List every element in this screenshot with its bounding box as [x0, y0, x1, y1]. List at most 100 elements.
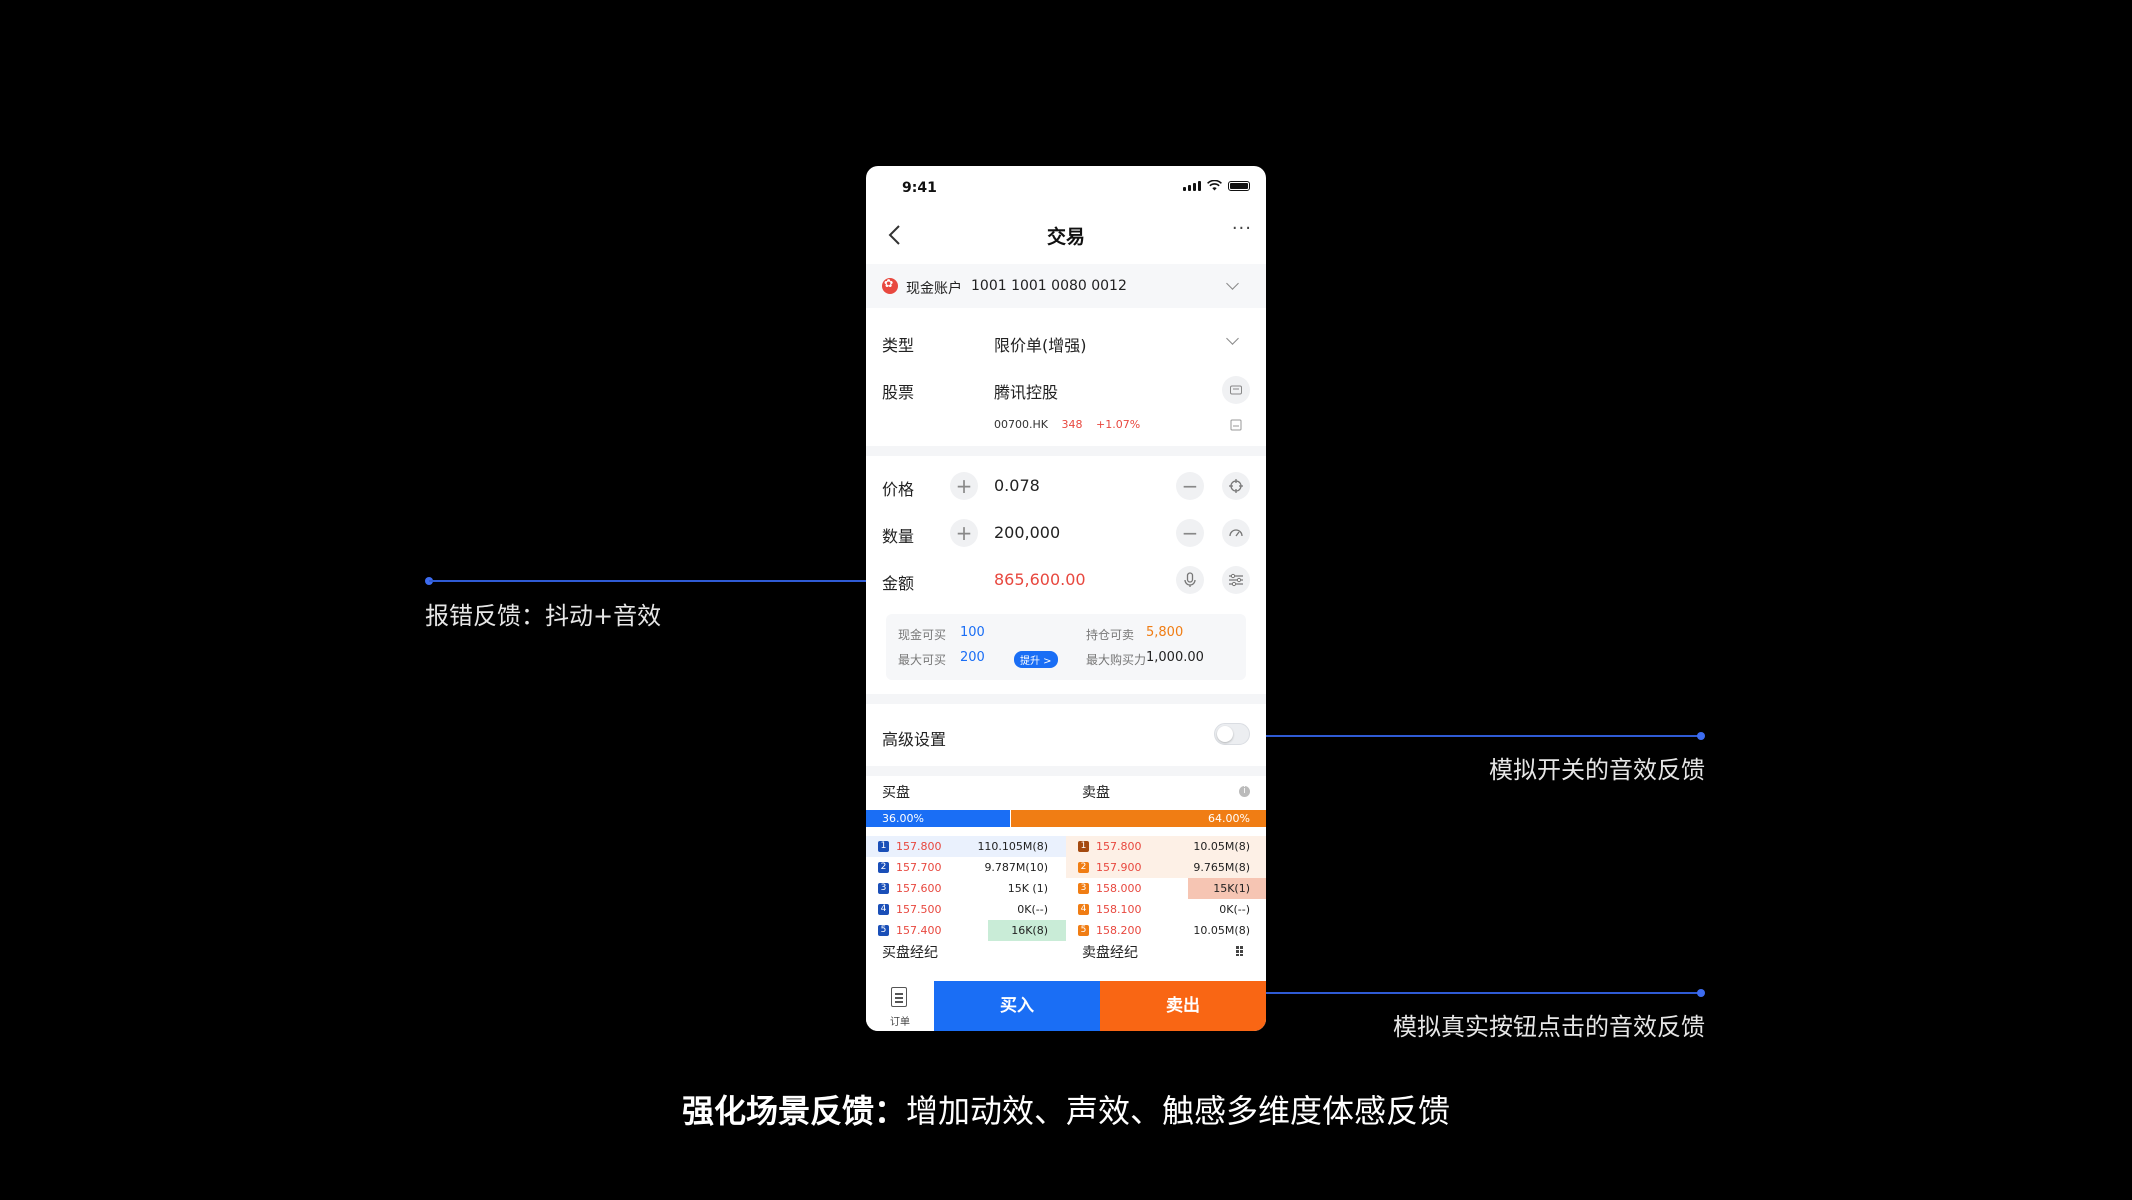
orders-tab[interactable]: 订单 [866, 981, 934, 1031]
advanced-settings-toggle[interactable] [1214, 723, 1250, 745]
level-badge: 1 [1078, 841, 1089, 852]
level-volume: 10.05M(8) [1193, 924, 1250, 937]
upgrade-button[interactable]: 提升 > [1014, 651, 1058, 668]
bid-row[interactable]: 3 157.600 15K (1) [878, 878, 1060, 899]
left-annotation-text: 报错反馈：抖动+音效 [425, 602, 662, 630]
stock-search-icon[interactable] [1222, 376, 1250, 404]
order-type-select[interactable]: 限价单(增强) [994, 332, 1087, 356]
price-plus-button[interactable]: + [950, 472, 978, 500]
slide-caption: 强化场景反馈：增加动效、声效、触感多维度体感反馈 [0, 1086, 2132, 1132]
quantity-input[interactable]: 200,000 [994, 523, 1060, 542]
buying-power-panel: 现金可买 100 最大可买 200 提升 > 持仓可卖 5,800 最大购买力 … [886, 614, 1246, 680]
max-buy-label: 最大可买 [898, 653, 947, 667]
cash-buy-value: 100 [960, 625, 985, 640]
level-volume: 0K(--) [1017, 903, 1048, 916]
chart-mini-icon[interactable] [1230, 419, 1242, 431]
phone-screen: 9:41 交易 ··· 现金账户 1001 1001 0080 0012 类型 … [866, 166, 1266, 1031]
nav-bar: 交易 ··· [866, 210, 1266, 260]
chevron-down-icon [1226, 277, 1239, 290]
level-volume: 0K(--) [1219, 903, 1250, 916]
level-price: 157.800 [1096, 840, 1142, 853]
bid-row[interactable]: 5 157.400 16K(8) [878, 920, 1060, 941]
toggle-annotation-dot [1697, 732, 1705, 740]
level-price: 157.700 [896, 861, 942, 874]
level-price: 157.500 [896, 903, 942, 916]
wifi-icon [1207, 180, 1222, 191]
ask-row[interactable]: 3 158.000 15K(1) [1078, 878, 1262, 899]
ask-row[interactable]: 4 158.100 0K(--) [1078, 899, 1262, 920]
settings-sliders-icon[interactable] [1222, 566, 1250, 594]
ask-row[interactable]: 2 157.900 9.765M(8) [1078, 857, 1262, 878]
amount-label: 金额 [882, 574, 915, 593]
level-badge: 4 [1078, 904, 1089, 915]
quantity-label: 数量 [882, 527, 915, 546]
level-badge: 3 [1078, 883, 1089, 894]
level-price: 157.900 [1096, 861, 1142, 874]
level-price: 158.000 [1096, 882, 1142, 895]
bottom-action-bar: 订单 买入 卖出 [866, 981, 1266, 1031]
info-icon[interactable]: i [1239, 786, 1250, 797]
bid-ask-ratio-bar: 36.00% 64.00% [866, 810, 1266, 827]
stock-label: 股票 [882, 383, 915, 402]
microphone-icon[interactable] [1176, 566, 1204, 594]
chevron-down-icon[interactable] [1226, 332, 1239, 345]
bid-row[interactable]: 4 157.500 0K(--) [878, 899, 1060, 920]
buy-button[interactable]: 买入 [934, 981, 1100, 1031]
more-icon[interactable]: ··· [1232, 218, 1252, 239]
level-badge: 3 [878, 883, 889, 894]
stock-price: 348 [1061, 418, 1083, 431]
ask-title: 卖盘 [1082, 785, 1110, 801]
level-badge: 2 [878, 862, 889, 873]
price-input[interactable]: 0.078 [994, 476, 1040, 495]
grid-icon[interactable] [1236, 946, 1246, 956]
page-title: 交易 [1046, 226, 1085, 248]
button-annotation-line [1266, 992, 1702, 994]
level-volume: 9.787M(10) [984, 861, 1048, 874]
sell-button[interactable]: 卖出 [1100, 981, 1266, 1031]
hold-sell-label: 持仓可卖 [1086, 628, 1135, 642]
hk-flag-icon [882, 277, 898, 294]
ask-broker-title: 卖盘经纪 [1082, 945, 1138, 961]
level-volume: 9.765M(8) [1193, 861, 1250, 874]
max-power-label: 最大购买力 [1086, 653, 1147, 667]
status-bar: 9:41 [866, 166, 1266, 210]
quantity-plus-button[interactable]: + [950, 519, 978, 547]
gauge-icon[interactable] [1222, 519, 1250, 547]
orders-label: 订单 [890, 1017, 910, 1028]
advanced-settings-label: 高级设置 [882, 730, 947, 749]
ask-row[interactable]: 5 158.200 10.05M(8) [1078, 920, 1262, 941]
bid-row[interactable]: 1 157.800 110.105M(8) [878, 836, 1060, 857]
level-volume: 16K(8) [1011, 924, 1048, 937]
type-label: 类型 [882, 336, 915, 355]
level-price: 157.800 [896, 840, 942, 853]
toggle-annotation-line [1266, 735, 1702, 737]
max-power-value: 1,000.00 [1146, 650, 1204, 665]
level-badge: 5 [1078, 925, 1089, 936]
account-label: 现金账户 [906, 281, 962, 297]
account-number: 1001 1001 0080 0012 [971, 278, 1127, 294]
status-icons [1183, 180, 1250, 191]
level-price: 158.200 [1096, 924, 1142, 937]
orders-icon [891, 987, 907, 1007]
button-annotation-dot [1697, 989, 1705, 997]
hold-sell-value: 5,800 [1146, 625, 1184, 640]
level-price: 157.600 [896, 882, 942, 895]
level-badge: 2 [1078, 862, 1089, 873]
level-volume: 110.105M(8) [977, 840, 1048, 853]
level-badge: 4 [878, 904, 889, 915]
ask-ratio-fill: 64.00% [1011, 810, 1266, 827]
section-divider [866, 446, 1266, 456]
account-selector[interactable]: 现金账户 1001 1001 0080 0012 [866, 264, 1266, 308]
price-minus-button[interactable]: − [1176, 472, 1204, 500]
price-label: 价格 [882, 480, 915, 499]
signal-icon [1183, 180, 1201, 191]
ask-row[interactable]: 1 157.800 10.05M(8) [1078, 836, 1262, 857]
section-divider [866, 694, 1266, 704]
stock-name[interactable]: 腾讯控股 [994, 379, 1058, 403]
level-price: 158.100 [1096, 903, 1142, 916]
quantity-minus-button[interactable]: − [1176, 519, 1204, 547]
status-time: 9:41 [902, 180, 937, 196]
max-buy-value: 200 [960, 650, 985, 665]
crosshair-icon[interactable] [1222, 472, 1250, 500]
bid-row[interactable]: 2 157.700 9.787M(10) [878, 857, 1060, 878]
